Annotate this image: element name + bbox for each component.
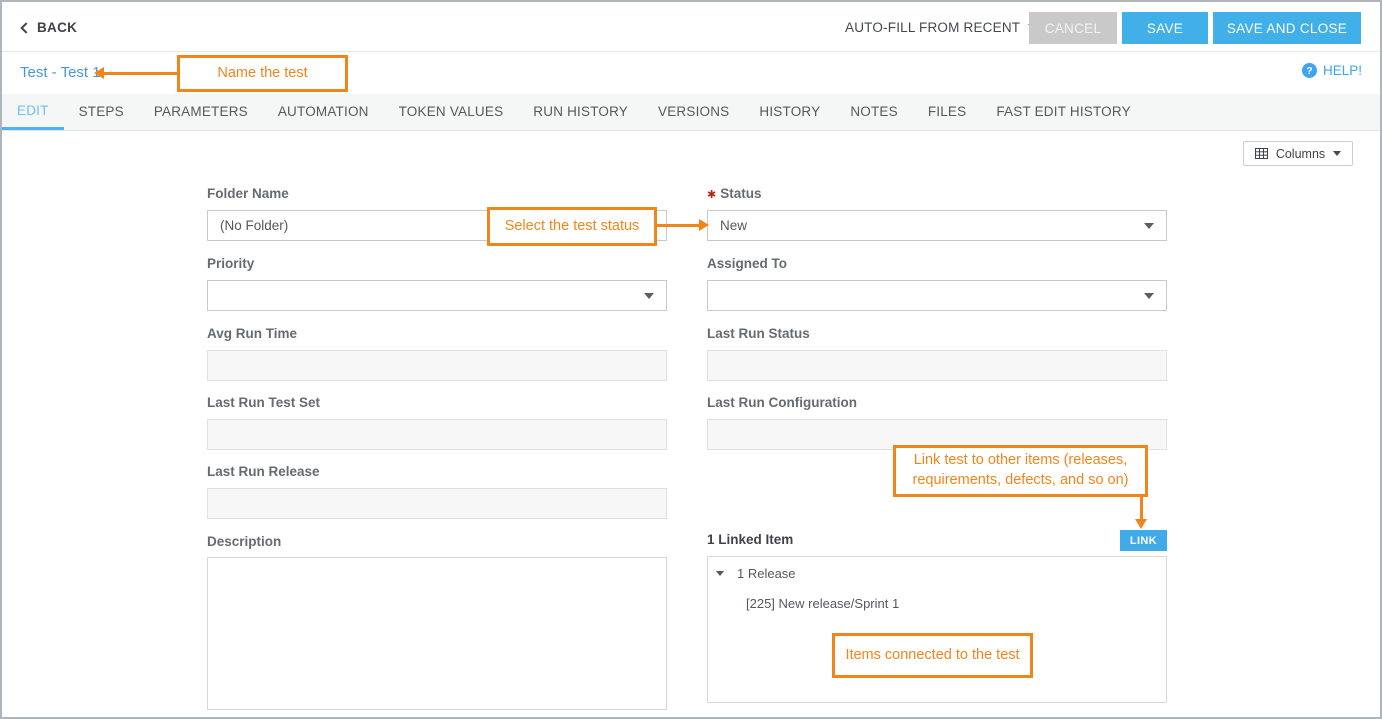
tab-files[interactable]: FILES	[913, 94, 982, 130]
autofill-from-recent-dropdown[interactable]: AUTO-FILL FROM RECENT	[845, 2, 1038, 52]
description-label: Description	[207, 534, 281, 549]
columns-button[interactable]: Columns	[1243, 141, 1353, 166]
last-run-test-set-field	[207, 419, 667, 450]
page-title[interactable]: Test - Test 1	[20, 64, 101, 81]
avg-run-time-field	[207, 350, 667, 381]
autofill-label: AUTO-FILL FROM RECENT	[845, 20, 1020, 35]
last-run-configuration-label: Last Run Configuration	[707, 395, 857, 410]
chevron-down-icon	[644, 293, 654, 299]
tab-token-values[interactable]: TOKEN VALUES	[384, 94, 519, 130]
tab-automation[interactable]: AUTOMATION	[263, 94, 384, 130]
chevron-down-icon	[1144, 223, 1154, 229]
required-asterisk: ✱	[707, 189, 716, 201]
cancel-button[interactable]: CANCEL	[1029, 12, 1117, 44]
back-chevron-icon	[20, 22, 31, 33]
columns-label: Columns	[1276, 147, 1325, 161]
tab-fast-edit-history[interactable]: FAST EDIT HISTORY	[981, 94, 1145, 130]
last-run-test-set-label: Last Run Test Set	[207, 395, 320, 410]
last-run-status-label: Last Run Status	[707, 326, 810, 341]
callout-link-items: Link test to other items (releases, requ…	[893, 445, 1148, 497]
arrow-line	[657, 224, 700, 227]
arrow-head-right-icon	[699, 219, 709, 231]
help-icon: ?	[1302, 63, 1317, 78]
linked-item[interactable]: [225] New release/Sprint 1	[746, 596, 899, 611]
status-label-text: Status	[720, 186, 761, 201]
folder-name-value: (No Folder)	[220, 218, 288, 233]
chevron-down-icon	[1333, 151, 1341, 156]
callout-connected-items: Items connected to the test	[832, 633, 1033, 678]
status-value: New	[720, 218, 747, 233]
tab-versions[interactable]: VERSIONS	[643, 94, 744, 130]
linked-items-header: 1 Linked Item	[707, 532, 793, 547]
save-button[interactable]: SAVE	[1122, 12, 1208, 44]
tab-run-history[interactable]: RUN HISTORY	[518, 94, 643, 130]
arrow-line	[103, 72, 177, 75]
linked-group-label: 1 Release	[737, 566, 796, 581]
linked-group-release[interactable]: 1 Release	[716, 566, 796, 581]
callout-select-status: Select the test status	[487, 207, 657, 246]
tab-parameters[interactable]: PARAMETERS	[139, 94, 263, 130]
last-run-release-field	[207, 488, 667, 519]
folder-name-label: Folder Name	[207, 186, 289, 201]
save-and-close-button[interactable]: SAVE AND CLOSE	[1213, 12, 1361, 44]
callout-name-the-test: Name the test	[177, 55, 348, 92]
callout-link-items-line1: Link test to other items (releases,	[914, 451, 1128, 471]
grid-icon	[1255, 148, 1268, 159]
chevron-down-icon	[1144, 293, 1154, 299]
help-link[interactable]: ? HELP!	[1302, 63, 1362, 78]
tab-notes[interactable]: NOTES	[835, 94, 913, 130]
tab-edit[interactable]: EDIT	[2, 94, 64, 130]
link-button[interactable]: LINK	[1120, 530, 1167, 551]
assigned-to-select[interactable]	[707, 280, 1167, 311]
description-textarea[interactable]	[207, 557, 667, 710]
priority-select[interactable]	[207, 280, 667, 311]
tab-bar: EDIT STEPS PARAMETERS AUTOMATION TOKEN V…	[2, 94, 1380, 131]
top-action-bar: BACK AUTO-FILL FROM RECENT CANCEL SAVE S…	[2, 2, 1380, 52]
avg-run-time-label: Avg Run Time	[207, 326, 297, 341]
app-window: BACK AUTO-FILL FROM RECENT CANCEL SAVE S…	[0, 0, 1382, 719]
back-button[interactable]: BACK	[22, 2, 77, 52]
arrow-line	[1140, 496, 1143, 519]
assigned-to-label: Assigned To	[707, 256, 787, 271]
last-run-release-label: Last Run Release	[207, 464, 320, 479]
last-run-status-field	[707, 350, 1167, 381]
tab-history[interactable]: HISTORY	[744, 94, 835, 130]
arrow-head-down-icon	[1135, 519, 1147, 529]
status-label: ✱ Status	[707, 186, 761, 201]
help-label: HELP!	[1323, 63, 1362, 78]
status-select[interactable]: New	[707, 210, 1167, 241]
tab-steps[interactable]: STEPS	[64, 94, 139, 130]
arrow-head-left-icon	[94, 67, 104, 79]
callout-link-items-line2: requirements, defects, and so on)	[912, 471, 1128, 491]
back-label: BACK	[37, 20, 77, 35]
priority-label: Priority	[207, 256, 254, 271]
tree-expander-icon[interactable]	[716, 571, 724, 576]
linked-items-panel: 1 Release [225] New release/Sprint 1	[707, 556, 1167, 703]
